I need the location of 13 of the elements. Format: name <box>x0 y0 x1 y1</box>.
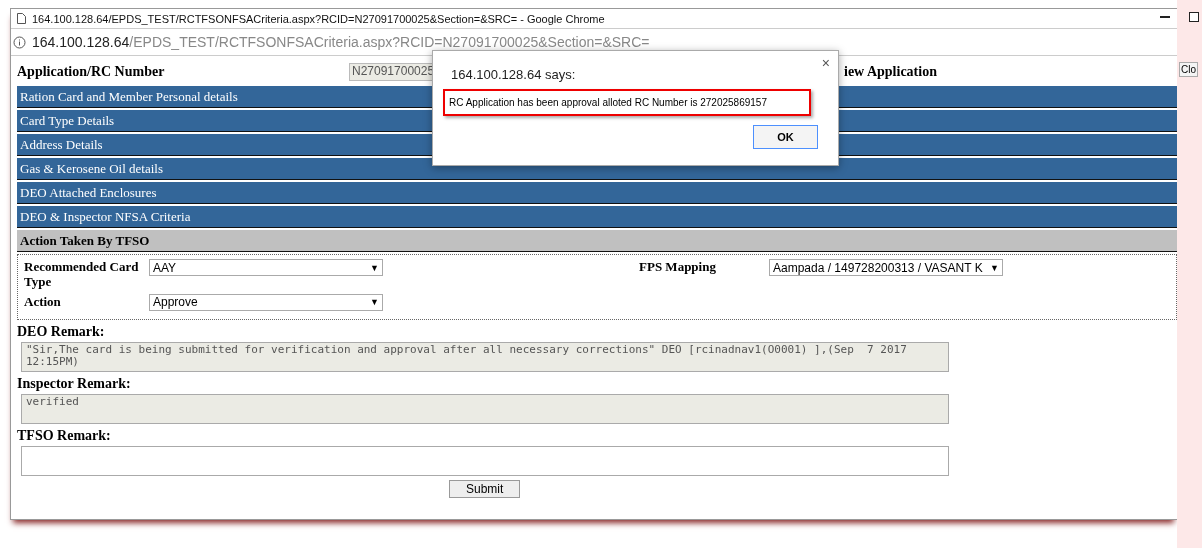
field-label: FPS Mapping <box>639 259 717 274</box>
remark-label: TFSO Remark: <box>17 428 112 444</box>
caret-icon: ▼ <box>370 262 379 273</box>
window-title: 164.100.128.64/EPDS_TEST/RCTFSONFSACriteria.aspx?RCID=N27091700025&Section=&SRC= - Google Chrome <box>32 12 605 25</box>
field-label: Application/RC Number <box>17 64 166 80</box>
dialog-message: RC Application has been approval alloted RC Number is 272025869157 <box>443 89 811 116</box>
caret-icon: ▼ <box>370 297 379 307</box>
dialog-title: 164.100.128.64 says: <box>451 67 576 82</box>
field-label: Recommended Card Type <box>24 259 140 289</box>
field-label: Action <box>24 293 62 309</box>
remark-label: Inspector Remark: <box>17 376 132 392</box>
caret-icon: ▼ <box>990 262 999 273</box>
remark-label: DEO Remark: <box>17 324 106 340</box>
